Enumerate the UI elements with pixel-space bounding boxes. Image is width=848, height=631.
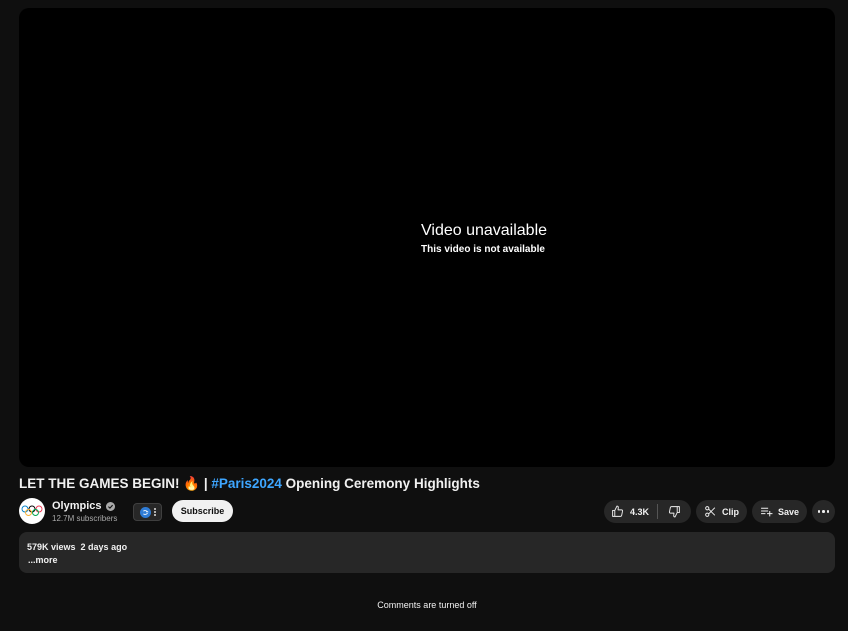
olympic-rings-icon [21, 505, 43, 516]
view-count: 579K views [27, 542, 76, 552]
like-count: 4.3K [630, 506, 650, 517]
upload-date: 2 days ago [80, 542, 128, 552]
like-dislike-group: 4.3K [604, 500, 691, 523]
save-button[interactable]: Save [752, 500, 807, 523]
video-title: LET THE GAMES BEGIN! 🔥 | #Paris2024 Open… [19, 475, 829, 493]
subscribe-button[interactable]: Subscribe [172, 500, 233, 522]
thumbs-up-icon [612, 505, 624, 517]
extension-button[interactable] [133, 503, 162, 521]
channel-name-text: Olympics [52, 500, 102, 512]
unavailable-title: Video unavailable [421, 222, 548, 239]
verified-check-icon [105, 501, 115, 511]
save-label: Save [777, 506, 800, 517]
comments-status: Comments are turned off [377, 600, 477, 610]
description-box[interactable]: 579K views 2 days ago ...more [19, 532, 835, 573]
channel-name[interactable]: Olympics [52, 499, 115, 513]
unavailable-message: Video unavailable This video is not avai… [421, 221, 547, 256]
playlist-add-icon [761, 507, 773, 517]
more-actions-button[interactable] [812, 500, 835, 523]
title-text-end: Opening Ceremony Highlights [281, 476, 480, 491]
description-meta: 579K views 2 days ago [27, 541, 127, 553]
like-button[interactable]: 4.3K [604, 500, 657, 523]
scissors-icon [705, 506, 716, 517]
extension-icon [139, 506, 151, 518]
title-text-start: LET THE GAMES BEGIN! 🔥 | [19, 476, 212, 491]
clip-label: Clip [722, 506, 739, 517]
more-dot [817, 510, 821, 513]
thumbs-down-icon [668, 506, 680, 518]
hashtag-link[interactable]: #Paris2024 [211, 476, 282, 491]
dislike-button[interactable] [658, 500, 691, 523]
clip-button[interactable]: Clip [696, 500, 747, 523]
channel-avatar[interactable] [19, 498, 45, 524]
subscriber-count: 12.7M subscribers [52, 514, 118, 523]
description-more-link[interactable]: ...more [28, 554, 58, 566]
more-dot [822, 510, 825, 513]
unavailable-subtitle: This video is not available [421, 244, 545, 255]
kebab-icon [153, 508, 156, 516]
more-dot [826, 510, 830, 513]
watch-page: Video unavailable This video is not avai… [0, 0, 848, 631]
video-player[interactable]: Video unavailable This video is not avai… [19, 8, 835, 467]
